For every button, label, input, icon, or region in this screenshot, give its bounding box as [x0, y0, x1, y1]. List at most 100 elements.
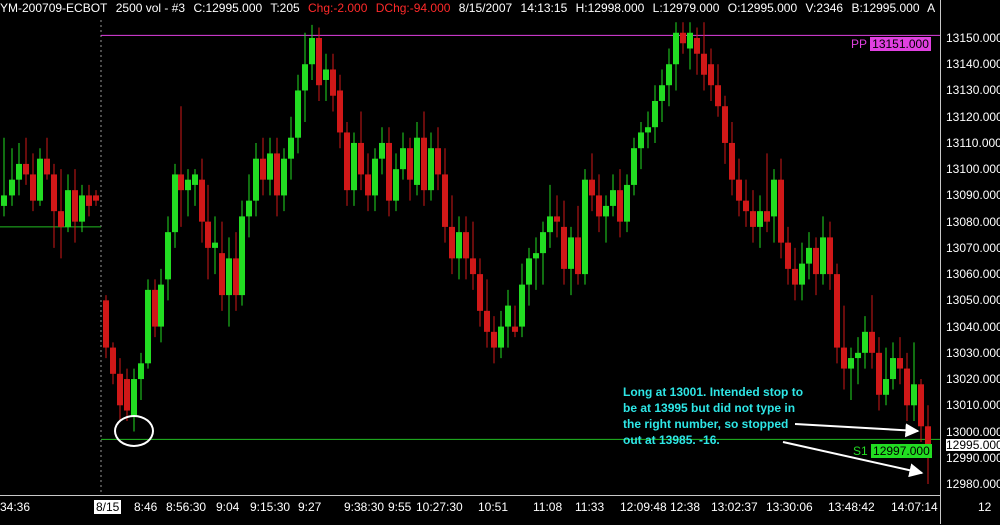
candle-body [386, 142, 392, 201]
candle-body [722, 106, 728, 143]
time-tick-label: 9:55 [388, 500, 412, 514]
price-tick-label: 13080.000 [946, 214, 1000, 229]
candle-body [862, 331, 868, 353]
price-tick-label: 13130.000 [946, 83, 1000, 98]
time-tick-label: 10:27:30 [416, 500, 463, 514]
candle-body [694, 38, 700, 54]
candle-body [736, 179, 742, 201]
time-tick-label: 13:30:06 [766, 500, 813, 514]
candle-body [554, 216, 560, 222]
candle-body [152, 289, 158, 327]
candle-body [575, 237, 581, 275]
price-tick-label: 13030.000 [946, 345, 1000, 360]
candle-body [673, 32, 679, 65]
candle-body [103, 300, 109, 348]
pivot-point-label: PP [851, 37, 867, 51]
candle-body [757, 211, 763, 227]
candle-body [806, 247, 812, 264]
candle-body [834, 274, 840, 348]
candle-body [911, 384, 917, 406]
candle-body [897, 358, 903, 369]
candle-body [792, 268, 798, 285]
time-tick-label: 8/15 [94, 500, 122, 514]
candle-body [330, 69, 336, 96]
price-tick-label: 13060.000 [946, 267, 1000, 282]
candle-body [778, 179, 784, 243]
price-tick-label: 13120.000 [946, 109, 1000, 124]
time-tick-label: 11:33 [575, 500, 605, 514]
candle-body [72, 190, 78, 222]
candle-body [785, 242, 791, 269]
candle-body [491, 331, 497, 348]
candle-body [16, 163, 22, 180]
candle-body [869, 331, 875, 353]
trade-annotation: Long at 13001. Intended stop to be at 13… [623, 385, 804, 447]
time-tick-label: 12:38 [670, 500, 701, 514]
entry-circle-marker [114, 415, 154, 447]
candle-body [687, 32, 693, 49]
price-tick-label: 13100.000 [946, 162, 1000, 177]
price-tick-label: 13000.000 [946, 424, 1000, 439]
candle-body [701, 53, 707, 75]
support-one-label: S1 [853, 444, 868, 458]
time-tick-label: 8:46 [134, 500, 158, 514]
price-tick-label: 12980.000 [946, 477, 1000, 491]
candle-body [827, 237, 833, 275]
candle-body [519, 284, 525, 327]
candle-body [192, 174, 198, 185]
candle-body [715, 85, 721, 107]
candle-body [925, 426, 931, 445]
candle-body [267, 153, 273, 180]
time-tick-label: 12:09:48 [620, 500, 667, 514]
candle-body [603, 205, 609, 217]
candle-body [771, 179, 777, 217]
time-tick-label: 12 [978, 500, 992, 514]
candle-body [393, 169, 399, 201]
candle-body [309, 38, 315, 65]
candle-body [253, 158, 259, 201]
candle-body [904, 368, 910, 406]
candle-body [205, 221, 211, 248]
pivot-point-value: 13151.000 [870, 37, 931, 51]
candle-body [883, 379, 889, 395]
candle-body [589, 179, 595, 196]
price-tick-label: 13070.000 [946, 240, 1000, 255]
candle-body [288, 137, 294, 159]
candle-body [477, 274, 483, 311]
candle-body [666, 64, 672, 86]
candle-body [729, 142, 735, 180]
candle-body [435, 148, 441, 175]
candle-body [659, 85, 665, 101]
candle-body [365, 174, 371, 196]
candle-body [680, 32, 686, 44]
candle-body [512, 326, 518, 332]
candle-body [799, 263, 805, 285]
candle-body [226, 258, 232, 296]
candle-body [400, 148, 406, 170]
candle-body [302, 64, 308, 91]
candle-body [414, 137, 420, 185]
pivot-point-tag: PP 13151.000 [851, 37, 931, 51]
candle-body [323, 69, 329, 80]
candle-body [9, 179, 15, 196]
price-tick-label: 13050.000 [946, 293, 1000, 308]
candle-body [463, 232, 469, 259]
time-tick-label: 13:02:37 [711, 500, 758, 514]
candle-body [110, 347, 116, 374]
candle-body [65, 190, 71, 227]
candle-body [233, 258, 239, 296]
candle-body [484, 310, 490, 332]
candle-body [165, 232, 171, 280]
price-tick-label: 13040.000 [946, 319, 1000, 334]
candle-body [239, 216, 245, 296]
candle-body [638, 132, 644, 149]
candle-body [260, 158, 266, 180]
candle-body [316, 38, 322, 86]
candle-body [58, 211, 64, 227]
candle-body [449, 226, 455, 259]
price-tick-label: 12995.000 [946, 438, 1000, 451]
candle-body [351, 142, 357, 191]
candle-body [1, 195, 7, 206]
candle-body [337, 90, 343, 133]
time-tick-label: 9:15:30 [250, 500, 291, 514]
